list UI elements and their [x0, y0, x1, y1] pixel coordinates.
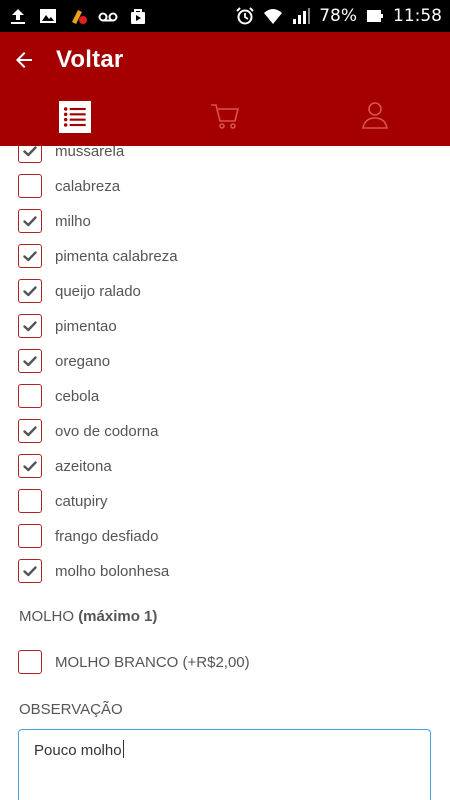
option-label: queijo ralado [55, 282, 141, 300]
molho-option[interactable]: MOLHO BRANCO (+R$2,00) [18, 649, 250, 675]
tab-cart[interactable] [150, 88, 300, 146]
option-label: catupiry [55, 492, 108, 510]
tab-user[interactable] [300, 88, 450, 146]
molho-title: MOLHO [19, 608, 75, 625]
text-caret [122, 740, 124, 758]
ingredient-item[interactable]: oregano [18, 348, 110, 374]
status-bar: 78% 11:58 [0, 0, 450, 32]
molho-limit: (máximo 1) [78, 608, 158, 625]
checkbox-checked[interactable] [18, 314, 42, 338]
option-label: milho [55, 212, 91, 230]
user-icon [358, 98, 392, 137]
checkmark-icon [23, 426, 37, 437]
checkbox-unchecked[interactable] [18, 650, 42, 674]
option-label: calabreza [55, 177, 121, 195]
checkmark-icon [23, 146, 37, 157]
image-icon [38, 6, 58, 26]
option-label: mussarela [55, 146, 125, 160]
checkmark-icon [23, 356, 37, 367]
battery-icon [365, 6, 385, 26]
option-label: cebola [55, 387, 100, 405]
option-label: MOLHO BRANCO (+R$2,00) [55, 653, 250, 671]
ingredient-item[interactable]: pimenta calabreza [18, 243, 178, 269]
ingredient-item[interactable]: mussarela [18, 146, 124, 164]
tab-bar [0, 88, 450, 146]
ingredient-item[interactable]: milho [18, 208, 91, 234]
battery-percent: 78% [319, 6, 357, 26]
checkbox-checked[interactable] [18, 279, 42, 303]
checkmark-icon [23, 251, 37, 262]
checkbox-unchecked[interactable] [18, 174, 42, 198]
option-label: frango desfiado [55, 527, 159, 545]
ingredient-form: mussarela calabreza milho pimenta calabreza… [0, 146, 450, 800]
option-label: oregano [55, 352, 111, 370]
tab-list[interactable] [0, 88, 150, 146]
app-bar: Voltar [0, 32, 450, 146]
ingredient-item[interactable]: ovo de codorna [18, 418, 158, 444]
observacao-text: Pouco molho [34, 742, 122, 759]
brush-notify-icon [68, 6, 88, 26]
checkbox-checked[interactable] [18, 419, 42, 443]
ingredient-item[interactable]: cebola [18, 383, 99, 409]
checkmark-icon [23, 461, 37, 472]
checkbox-unchecked[interactable] [18, 384, 42, 408]
checkmark-icon [23, 566, 37, 577]
observacao-label: OBSERVAÇÃO [19, 701, 123, 718]
molho-section-title: MOLHO (máximo 1) [19, 608, 157, 625]
bag-icon [128, 6, 148, 26]
status-left-icons [8, 6, 148, 26]
option-label: pimenta calabreza [55, 247, 178, 265]
checkmark-icon [23, 286, 37, 297]
voicemail-icon [98, 6, 118, 26]
option-label: ovo de codorna [55, 422, 159, 440]
alarm-icon [235, 6, 255, 26]
checkmark-icon [23, 321, 37, 332]
ingredient-item[interactable]: pimentao [18, 313, 117, 339]
wifi-icon [263, 6, 283, 26]
ingredient-item[interactable]: frango desfiado [18, 523, 158, 549]
checkbox-checked[interactable] [18, 146, 42, 163]
checkbox-checked[interactable] [18, 209, 42, 233]
observacao-textarea[interactable]: Pouco molho [18, 729, 431, 800]
signal-icon [291, 6, 311, 26]
checkbox-checked[interactable] [18, 559, 42, 583]
arrow-left-icon[interactable] [10, 46, 38, 74]
page-title: Voltar [56, 46, 124, 73]
checkbox-checked[interactable] [18, 454, 42, 478]
option-label: pimentao [55, 317, 117, 335]
checkbox-unchecked[interactable] [18, 524, 42, 548]
checkbox-unchecked[interactable] [18, 489, 42, 513]
upload-icon [8, 6, 28, 26]
option-label: molho bolonhesa [55, 562, 170, 580]
checkmark-icon [23, 216, 37, 227]
ingredient-item[interactable]: azeitona [18, 453, 112, 479]
cart-icon [208, 98, 242, 137]
status-time: 11:58 [393, 6, 442, 26]
ingredient-item[interactable]: queijo ralado [18, 278, 141, 304]
ingredient-item[interactable]: catupiry [18, 488, 108, 514]
ingredient-item[interactable]: calabreza [18, 173, 120, 199]
checkbox-checked[interactable] [18, 244, 42, 268]
checkbox-checked[interactable] [18, 349, 42, 373]
status-right: 78% 11:58 [235, 6, 442, 26]
ingredient-item[interactable]: molho bolonhesa [18, 558, 169, 584]
option-label: azeitona [55, 457, 112, 475]
list-icon [59, 101, 91, 133]
